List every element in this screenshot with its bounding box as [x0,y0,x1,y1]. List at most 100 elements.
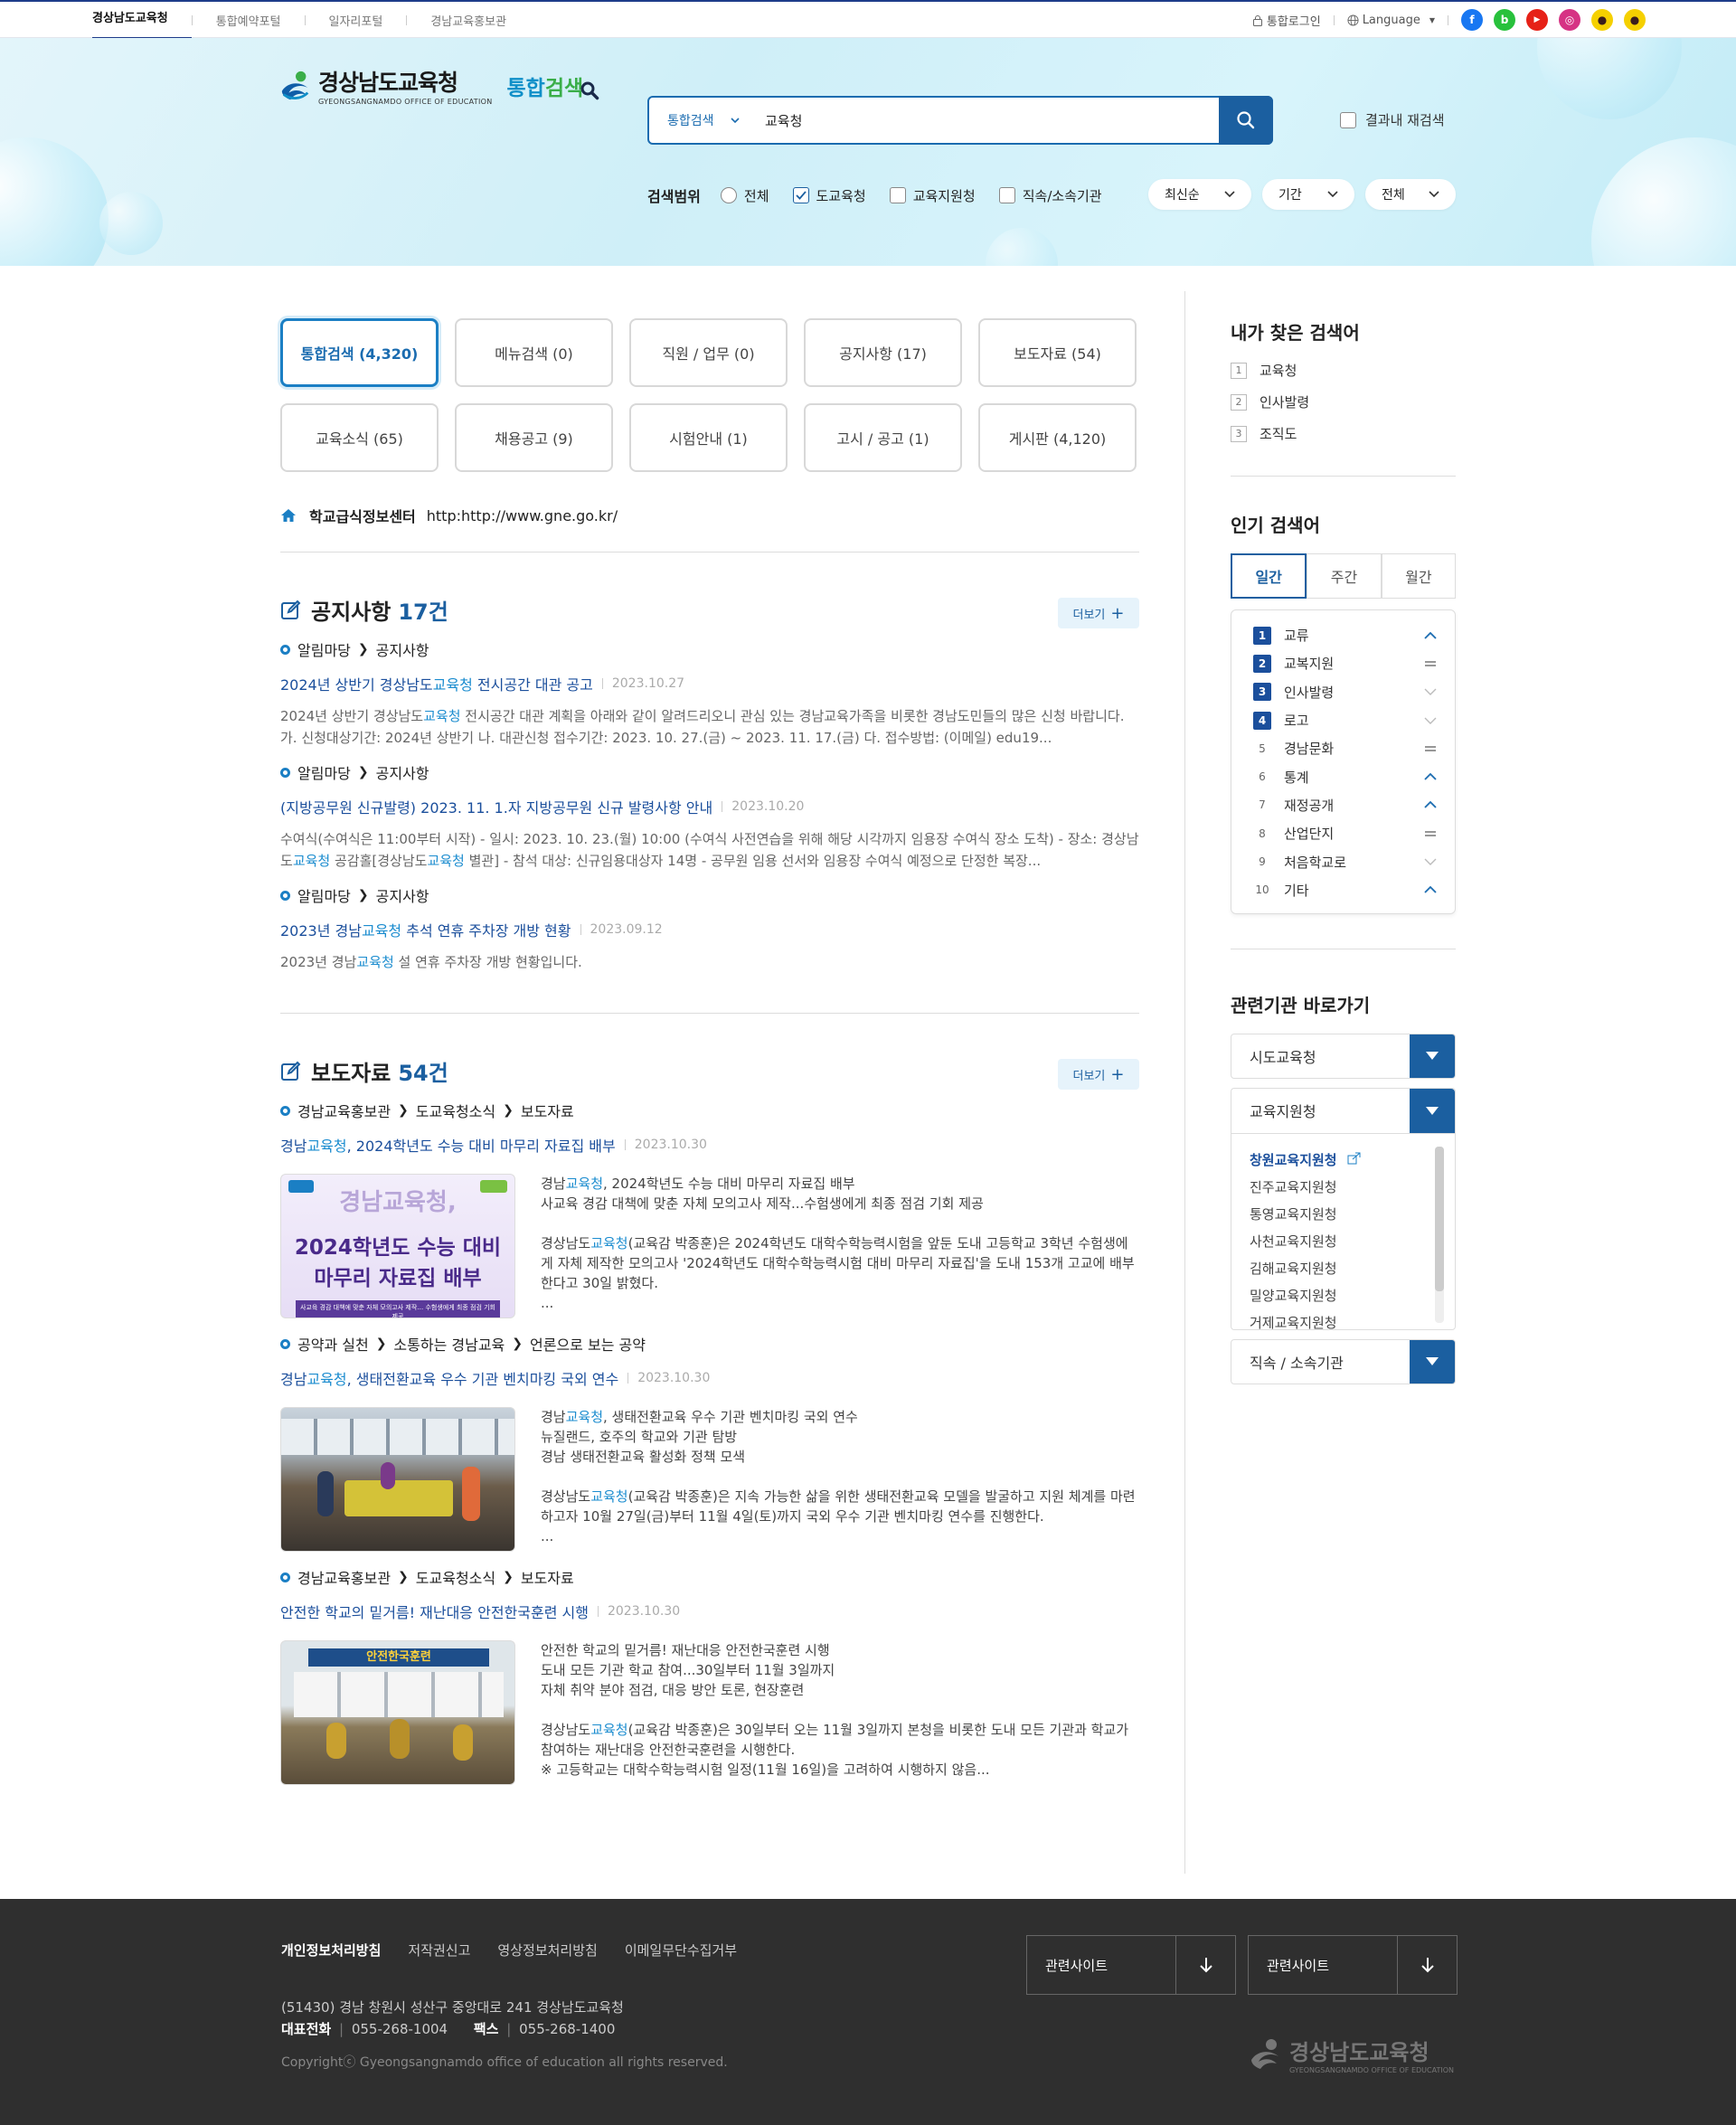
tab-all[interactable]: 통합검색 (4,320) [280,318,439,387]
research-checkbox[interactable] [1340,111,1356,128]
tab-edu-news[interactable]: 교육소식 (65) [280,403,439,472]
related-site-select-2[interactable]: 관련사이트 [1248,1935,1458,1995]
tab-board[interactable]: 게시판 (4,120) [978,403,1137,472]
top-link-gne[interactable]: 경상남도교육청 [92,2,192,40]
popular-item-label: 로고 [1284,713,1309,730]
privacy-link[interactable]: 개인정보처리방침 [281,1941,381,1960]
research-within-results[interactable]: 결과내 재검색 [1340,110,1445,129]
tab-monthly[interactable]: 월간 [1381,553,1456,599]
quick-link[interactable]: 학교급식정보센터 http:http://www.gne.go.kr/ [280,505,1139,552]
press-item-title[interactable]: 안전한 학교의 밑거름! 재난대응 안전한국훈련 시행 2023.10.30 [280,1601,1139,1622]
popular-item[interactable]: 3 인사발령 [1253,678,1437,706]
popular-item[interactable]: 4 로고 [1253,706,1437,734]
press-item-title[interactable]: 경남교육청, 생태전환교육 우수 기관 벤치마킹 국외 연수 2023.10.30 [280,1367,1139,1389]
scope-office-checkbox[interactable] [792,187,809,203]
rank-number: 8 [1259,826,1266,840]
notice-item-desc: 수여식(수여식은 11:00부터 시작) - 일시: 2023. 10. 23.… [280,831,1139,869]
logo[interactable]: 경상남도교육청 GYEONGSANGNAMDO OFFICE OF EDUCAT… [278,65,599,106]
scope-affiliated-checkbox[interactable] [998,187,1015,203]
cctv-policy-link[interactable]: 영상정보처리방침 [497,1941,597,1960]
plus-icon: + [1110,1064,1125,1084]
scope-support[interactable]: 교육지원청 [889,186,976,205]
tab-recruit[interactable]: 채용공고 (9) [455,403,613,472]
search-category-select[interactable]: 통합검색 [649,111,749,129]
support-office-item[interactable]: 김해교육지원청 [1250,1255,1437,1282]
support-office-item[interactable]: 통영교육지원청 [1250,1201,1437,1228]
tab-exam[interactable]: 시험안내 (1) [629,403,788,472]
kakaotalk-icon[interactable]: ● [1591,9,1613,31]
breadcrumb: 경남교육홍보관 ❯ 도교육청소식 ❯ 보도자료 [280,1100,1139,1121]
popular-item[interactable]: 5 경남문화 [1253,734,1437,762]
tab-notice[interactable]: 공지사항 (17) [804,318,962,387]
tab-daily[interactable]: 일간 [1231,553,1307,599]
login-link[interactable]: 통합로그인 [1252,12,1321,29]
notice-item-title[interactable]: 2024년 상반기 경상남도교육청 전시공간 대관 공고 2023.10.27 [280,673,1139,694]
my-search-item[interactable]: 2 인사발령 [1231,392,1456,411]
notice-item-desc: 2023년 경남교육청 설 연휴 주차장 개방 현황입니다. [280,954,582,970]
trend-same-icon [1425,831,1436,836]
press-thumbnail[interactable]: 안전한국훈련 [280,1640,515,1785]
sort-select[interactable]: 최신순 [1148,179,1251,210]
scrollbar[interactable] [1435,1146,1444,1323]
support-office-item[interactable]: 사천교육지원청 [1250,1228,1437,1255]
scope-office[interactable]: 도교육청 [792,186,866,205]
search-button[interactable] [1219,96,1273,145]
related-site-select-1[interactable]: 관련사이트 [1026,1935,1236,1995]
popular-item[interactable]: 7 재정공개 [1253,791,1437,819]
email-policy-link[interactable]: 이메일무단수집거부 [625,1941,737,1960]
popular-item[interactable]: 2 교복지원 [1253,649,1437,677]
notice-more-button[interactable]: 더보기 + [1058,598,1139,628]
support-office-item[interactable]: 밀양교육지원청 [1250,1282,1437,1309]
notice-item-title[interactable]: (지방공무원 신규발령) 2023. 11. 1.자 지방공무원 신규 발령사항… [280,796,1139,817]
scope-support-checkbox[interactable] [889,187,906,203]
press-item-title[interactable]: 경남교육청, 2024학년도 수능 대비 마무리 자료집 배부 2023.10.3… [280,1134,1139,1156]
band-icon[interactable]: b [1494,9,1515,31]
rank-number: 2 [1253,654,1271,673]
tab-menu[interactable]: 메뉴검색 (0) [455,318,613,387]
popular-item[interactable]: 10 기타 [1253,876,1437,904]
integrated-search-label: 통합 검색 [506,71,599,101]
support-office-item[interactable]: 거제교육지원청 [1250,1309,1437,1336]
top-link-reservation[interactable]: 통합예약포털 [193,12,305,29]
support-office-item[interactable]: 진주교육지원청 [1250,1174,1437,1201]
press-more-button[interactable]: 더보기 + [1058,1059,1139,1090]
support-office-item[interactable]: 창원교육지원청 [1250,1147,1437,1174]
affiliated-select[interactable]: 직속 / 소속기관 [1231,1338,1456,1384]
range-select[interactable]: 전체 [1365,179,1456,210]
support-office-select[interactable]: 교육지원청 [1231,1088,1455,1134]
notice-item: 알림마당 ❯ 공지사항 (지방공무원 신규발령) 2023. 11. 1.자 지방공… [280,761,1139,872]
notice-item-title[interactable]: 2023년 경남교육청 추석 연휴 주차장 개방 현황 2023.09.12 [280,919,1139,940]
tab-staff[interactable]: 직원 / 업무 (0) [629,318,788,387]
lock-icon [1252,14,1262,26]
tab-press[interactable]: 보도자료 (54) [978,318,1137,387]
top-link-pr[interactable]: 경남교육홍보관 [407,12,530,29]
my-search-item[interactable]: 3 조직도 [1231,424,1456,443]
my-search-item[interactable]: 1 교육청 [1231,361,1456,380]
press-thumbnail[interactable] [280,1407,515,1552]
popular-item[interactable]: 8 산업단지 [1253,819,1437,847]
trend-up-icon [1424,886,1437,893]
top-right: 통합로그인 Language ▼ f b ▶ ◎ ● ● [1252,2,1646,38]
tab-announce[interactable]: 고시 / 공고 (1) [804,403,962,472]
press-thumbnail[interactable]: 경남교육청, 2024학년도 수능 대비 마무리 자료집 배부 사교육 경감 대… [280,1174,515,1318]
kakaostory-icon[interactable]: ● [1624,9,1646,31]
popular-item-label: 통계 [1284,769,1309,786]
office-select[interactable]: 시도교육청 [1231,1033,1456,1079]
language-select[interactable]: Language ▼ [1347,14,1435,27]
popular-item[interactable]: 9 처음학교로 [1253,847,1437,875]
period-select[interactable]: 기간 [1262,179,1354,210]
breadcrumb: 공약과 실천 ❯ 소통하는 경남교육 ❯ 언론으로 보는 공약 [280,1333,1139,1355]
scope-all[interactable]: 전체 [720,186,769,205]
copyright-report-link[interactable]: 저작권신고 [408,1941,470,1960]
facebook-icon[interactable]: f [1461,9,1483,31]
scope-affiliated[interactable]: 직속/소속기관 [998,186,1102,205]
tab-weekly[interactable]: 주간 [1307,553,1382,599]
chevron-down-icon [1429,191,1439,198]
youtube-icon[interactable]: ▶ [1526,9,1548,31]
top-link-jobs[interactable]: 일자리포털 [306,12,407,29]
popular-item[interactable]: 1 교류 [1253,621,1437,649]
scope-all-radio[interactable] [720,187,737,203]
instagram-icon[interactable]: ◎ [1559,9,1580,31]
search-input[interactable] [749,102,1192,138]
popular-item[interactable]: 6 통계 [1253,762,1437,790]
